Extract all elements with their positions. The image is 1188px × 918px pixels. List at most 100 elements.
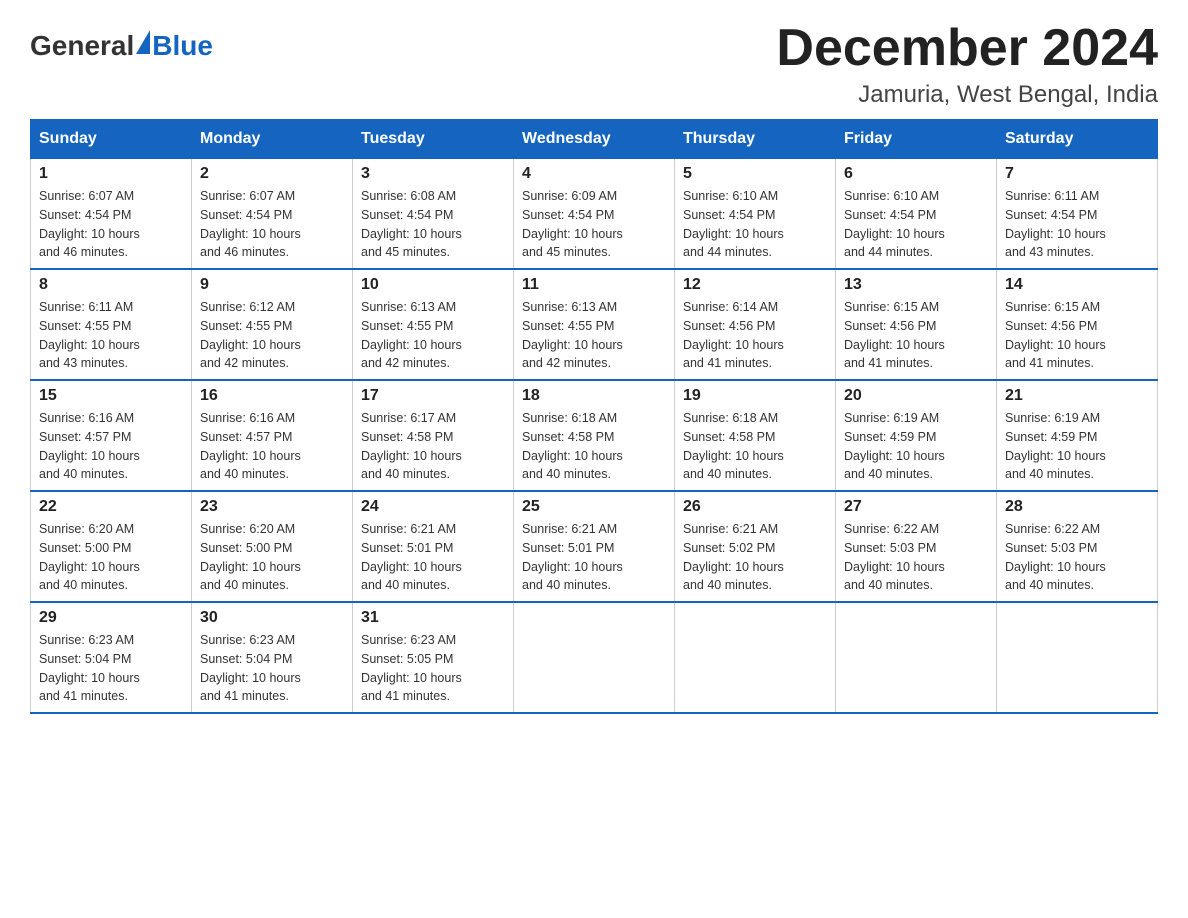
calendar-week-row: 22 Sunrise: 6:20 AMSunset: 5:00 PMDayligh…: [31, 491, 1158, 602]
day-info: Sunrise: 6:14 AMSunset: 4:56 PMDaylight:…: [683, 298, 827, 373]
day-number: 30: [200, 609, 344, 627]
table-row: 6Sunrise: 6:10 AMSunset: 4:54 PMDaylight…: [836, 159, 997, 270]
day-number: 1: [39, 165, 183, 183]
calendar-week-row: 8 Sunrise: 6:11 AMSunset: 4:55 PMDaylight…: [31, 269, 1158, 380]
table-row: 25 Sunrise: 6:21 AMSunset: 5:01 PMDayligh…: [514, 491, 675, 602]
day-number: 28: [1005, 498, 1149, 516]
table-row: 24 Sunrise: 6:21 AMSunset: 5:01 PMDayligh…: [353, 491, 514, 602]
day-number: 10: [361, 276, 505, 294]
day-number: 14: [1005, 276, 1149, 294]
day-number: 3: [361, 165, 505, 183]
col-thursday: Thursday: [675, 120, 836, 159]
day-info: Sunrise: 6:16 AMSunset: 4:57 PMDaylight:…: [200, 409, 344, 484]
table-row: 22 Sunrise: 6:20 AMSunset: 5:00 PMDayligh…: [31, 491, 192, 602]
day-number: 11: [522, 276, 666, 294]
table-row: 28 Sunrise: 6:22 AMSunset: 5:03 PMDayligh…: [997, 491, 1158, 602]
day-number: 2: [200, 165, 344, 183]
day-info: Sunrise: 6:16 AMSunset: 4:57 PMDaylight:…: [39, 409, 183, 484]
title-section: December 2024 Jamuria, West Bengal, Indi…: [776, 20, 1158, 109]
table-row: 3 Sunrise: 6:08 AMSunset: 4:54 PMDaylight…: [353, 159, 514, 270]
table-row: 21Sunrise: 6:19 AMSunset: 4:59 PMDayligh…: [997, 380, 1158, 491]
day-info: Sunrise: 6:11 AMSunset: 4:55 PMDaylight:…: [39, 298, 183, 373]
logo-triangle-icon: [136, 30, 150, 54]
logo-blue-text: Blue: [152, 30, 213, 62]
table-row: 20 Sunrise: 6:19 AMSunset: 4:59 PMDayligh…: [836, 380, 997, 491]
logo-general-text: General: [30, 30, 134, 62]
table-row: 16Sunrise: 6:16 AMSunset: 4:57 PMDayligh…: [192, 380, 353, 491]
day-number: 19: [683, 387, 827, 405]
day-number: 27: [844, 498, 988, 516]
day-info: Sunrise: 6:19 AMSunset: 4:59 PMDaylight:…: [1005, 409, 1149, 484]
day-number: 31: [361, 609, 505, 627]
table-row: 23 Sunrise: 6:20 AMSunset: 5:00 PMDayligh…: [192, 491, 353, 602]
calendar-week-row: 1 Sunrise: 6:07 AMSunset: 4:54 PMDaylight…: [31, 159, 1158, 270]
day-info: Sunrise: 6:11 AMSunset: 4:54 PMDaylight:…: [1005, 187, 1149, 262]
table-row: 13 Sunrise: 6:15 AMSunset: 4:56 PMDayligh…: [836, 269, 997, 380]
table-row: 29Sunrise: 6:23 AMSunset: 5:04 PMDayligh…: [31, 602, 192, 713]
table-row: [997, 602, 1158, 713]
day-number: 4: [522, 165, 666, 183]
table-row: [836, 602, 997, 713]
table-row: 19 Sunrise: 6:18 AMSunset: 4:58 PMDayligh…: [675, 380, 836, 491]
table-row: 5 Sunrise: 6:10 AMSunset: 4:54 PMDaylight…: [675, 159, 836, 270]
day-info: Sunrise: 6:08 AMSunset: 4:54 PMDaylight:…: [361, 187, 505, 262]
table-row: 18 Sunrise: 6:18 AMSunset: 4:58 PMDayligh…: [514, 380, 675, 491]
day-number: 29: [39, 609, 183, 627]
day-info: Sunrise: 6:09 AMSunset: 4:54 PMDaylight:…: [522, 187, 666, 262]
day-number: 17: [361, 387, 505, 405]
day-number: 24: [361, 498, 505, 516]
day-number: 13: [844, 276, 988, 294]
month-title: December 2024: [776, 20, 1158, 77]
table-row: 4 Sunrise: 6:09 AMSunset: 4:54 PMDaylight…: [514, 159, 675, 270]
day-number: 20: [844, 387, 988, 405]
day-number: 12: [683, 276, 827, 294]
day-number: 6: [844, 165, 988, 183]
day-info: Sunrise: 6:23 AMSunset: 5:05 PMDaylight:…: [361, 631, 505, 706]
location-title: Jamuria, West Bengal, India: [776, 81, 1158, 109]
col-monday: Monday: [192, 120, 353, 159]
table-row: 9 Sunrise: 6:12 AMSunset: 4:55 PMDaylight…: [192, 269, 353, 380]
day-info: Sunrise: 6:15 AMSunset: 4:56 PMDaylight:…: [1005, 298, 1149, 373]
day-info: Sunrise: 6:12 AMSunset: 4:55 PMDaylight:…: [200, 298, 344, 373]
day-info: Sunrise: 6:21 AMSunset: 5:01 PMDaylight:…: [522, 520, 666, 595]
col-saturday: Saturday: [997, 120, 1158, 159]
day-info: Sunrise: 6:23 AMSunset: 5:04 PMDaylight:…: [200, 631, 344, 706]
table-row: [514, 602, 675, 713]
day-info: Sunrise: 6:20 AMSunset: 5:00 PMDaylight:…: [39, 520, 183, 595]
day-number: 22: [39, 498, 183, 516]
day-info: Sunrise: 6:18 AMSunset: 4:58 PMDaylight:…: [522, 409, 666, 484]
day-number: 26: [683, 498, 827, 516]
day-number: 25: [522, 498, 666, 516]
day-info: Sunrise: 6:18 AMSunset: 4:58 PMDaylight:…: [683, 409, 827, 484]
table-row: 10 Sunrise: 6:13 AMSunset: 4:55 PMDayligh…: [353, 269, 514, 380]
table-row: 30 Sunrise: 6:23 AMSunset: 5:04 PMDayligh…: [192, 602, 353, 713]
day-info: Sunrise: 6:21 AMSunset: 5:01 PMDaylight:…: [361, 520, 505, 595]
table-row: [675, 602, 836, 713]
table-row: 27Sunrise: 6:22 AMSunset: 5:03 PMDayligh…: [836, 491, 997, 602]
day-number: 5: [683, 165, 827, 183]
table-row: 8 Sunrise: 6:11 AMSunset: 4:55 PMDaylight…: [31, 269, 192, 380]
day-info: Sunrise: 6:15 AMSunset: 4:56 PMDaylight:…: [844, 298, 988, 373]
table-row: 12 Sunrise: 6:14 AMSunset: 4:56 PMDayligh…: [675, 269, 836, 380]
day-number: 8: [39, 276, 183, 294]
day-number: 9: [200, 276, 344, 294]
day-number: 23: [200, 498, 344, 516]
day-info: Sunrise: 6:19 AMSunset: 4:59 PMDaylight:…: [844, 409, 988, 484]
table-row: 17Sunrise: 6:17 AMSunset: 4:58 PMDayligh…: [353, 380, 514, 491]
calendar-header-row: Sunday Monday Tuesday Wednesday Thursday…: [31, 120, 1158, 159]
table-row: 14 Sunrise: 6:15 AMSunset: 4:56 PMDayligh…: [997, 269, 1158, 380]
day-number: 18: [522, 387, 666, 405]
calendar-week-row: 15Sunrise: 6:16 AMSunset: 4:57 PMDayligh…: [31, 380, 1158, 491]
day-info: Sunrise: 6:20 AMSunset: 5:00 PMDaylight:…: [200, 520, 344, 595]
day-info: Sunrise: 6:10 AMSunset: 4:54 PMDaylight:…: [683, 187, 827, 262]
col-tuesday: Tuesday: [353, 120, 514, 159]
day-info: Sunrise: 6:22 AMSunset: 5:03 PMDaylight:…: [1005, 520, 1149, 595]
col-friday: Friday: [836, 120, 997, 159]
day-info: Sunrise: 6:07 AMSunset: 4:54 PMDaylight:…: [39, 187, 183, 262]
table-row: 11Sunrise: 6:13 AMSunset: 4:55 PMDayligh…: [514, 269, 675, 380]
table-row: 2Sunrise: 6:07 AMSunset: 4:54 PMDaylight…: [192, 159, 353, 270]
col-sunday: Sunday: [31, 120, 192, 159]
calendar-table: Sunday Monday Tuesday Wednesday Thursday…: [30, 119, 1158, 714]
table-row: 26Sunrise: 6:21 AMSunset: 5:02 PMDayligh…: [675, 491, 836, 602]
day-info: Sunrise: 6:13 AMSunset: 4:55 PMDaylight:…: [361, 298, 505, 373]
